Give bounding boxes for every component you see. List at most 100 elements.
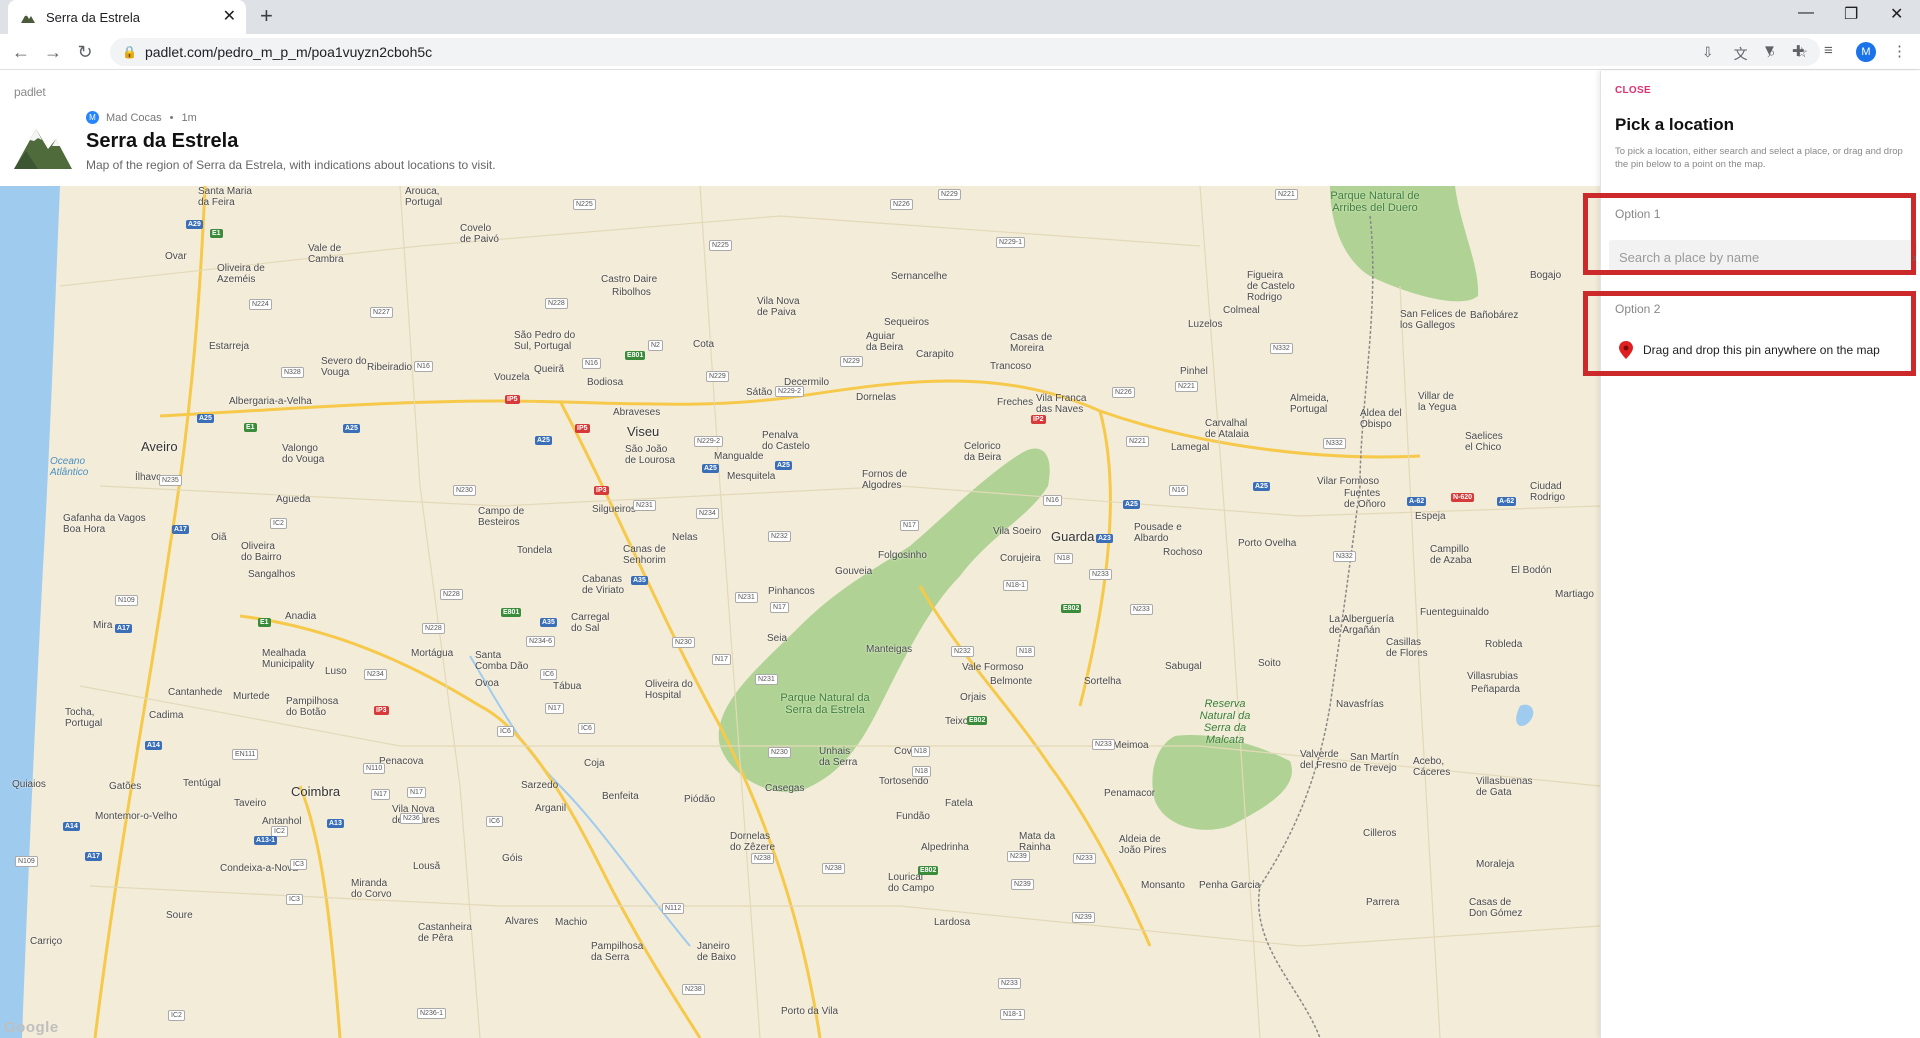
road-shield: N16 xyxy=(414,361,433,372)
browser-tab[interactable]: Serra da Estrela ✕ xyxy=(8,0,246,34)
map-place-label: San Felices de los Gallegos xyxy=(1400,309,1467,331)
new-tab-icon[interactable]: + xyxy=(260,5,273,27)
road-shield: N234 xyxy=(364,669,387,680)
map-place-label: Oliveira do Hospital xyxy=(645,679,693,701)
padlet-logo[interactable]: padlet xyxy=(14,85,46,99)
road-shield: N231 xyxy=(755,674,778,685)
road-shield: N18 xyxy=(912,766,931,777)
map-place-label: Pampilhosa da Serra xyxy=(591,941,644,963)
road-shield: N225 xyxy=(573,199,596,210)
map-place-label: Tábua xyxy=(553,681,582,692)
map-place-label: Pampilhosa do Botão xyxy=(286,696,339,718)
map-place-label: San Martín de Trevejo xyxy=(1350,752,1399,774)
author-name[interactable]: Mad Cocas xyxy=(106,112,162,124)
install-icon[interactable]: ⇩ xyxy=(1702,44,1714,64)
road-shield: A13-1 xyxy=(254,836,278,845)
road-shield: A-62 xyxy=(1407,497,1427,506)
restore-icon[interactable]: ❐ xyxy=(1844,4,1858,24)
map-place-label: Freches xyxy=(997,397,1034,408)
minimize-icon[interactable]: — xyxy=(1798,4,1814,22)
panel-description: To pick a location, either search and se… xyxy=(1615,146,1903,170)
map-place-label: Penha Garcia xyxy=(1199,880,1261,891)
map-place-label: Lousã xyxy=(413,861,441,872)
map-place-label: Sarzedo xyxy=(521,780,559,791)
close-button[interactable]: CLOSE xyxy=(1615,85,1651,96)
extension-icon[interactable]: ▼ xyxy=(1762,42,1777,59)
map-place-label: Alpedrinha xyxy=(921,842,969,853)
road-shield: N232 xyxy=(768,531,791,542)
map-place-label: Casas de Don Gómez xyxy=(1469,897,1523,919)
puzzle-extensions-icon[interactable]: ✚ xyxy=(1792,42,1805,60)
chevron-right-icon[interactable]: › xyxy=(1912,249,1917,265)
road-shield: N332 xyxy=(1323,438,1346,449)
road-shield: IC6 xyxy=(486,816,503,827)
road-shield: N17 xyxy=(545,703,564,714)
road-shield: N-620 xyxy=(1451,493,1475,502)
road-shield: N226 xyxy=(1112,387,1135,398)
road-shield: N238 xyxy=(682,984,705,995)
road-shield: N221 xyxy=(1275,189,1298,200)
map-place-label: Valverde del Fresno xyxy=(1300,749,1348,771)
map-graphics xyxy=(0,186,1600,1038)
tab-close-icon[interactable]: ✕ xyxy=(223,9,236,25)
translate-icon[interactable]: 文 xyxy=(1734,44,1748,64)
road-shield: N235 xyxy=(159,475,182,486)
address-bar[interactable]: 🔒 padlet.com/pedro_m_p_m/poa1vuyzn2cboh5… xyxy=(110,38,1820,66)
map-place-label: São João de Lourosa xyxy=(625,444,676,466)
map-place-label: Villasrubias xyxy=(1467,671,1518,682)
menu-kebab-icon[interactable]: ⋮ xyxy=(1892,42,1907,60)
mountain-board-icon xyxy=(14,129,72,169)
road-shield: N332 xyxy=(1333,551,1356,562)
map-place-label: Viseu xyxy=(627,424,660,439)
road-shield: N239 xyxy=(1011,879,1034,890)
forward-icon[interactable]: → xyxy=(42,41,64,63)
map-place-label: Severo do Vouga xyxy=(321,356,367,378)
map-place-label: Penalva do Castelo xyxy=(762,430,810,452)
map-place-label: Sequeiros xyxy=(884,317,930,328)
map-place-label: Fornos de Algodres xyxy=(862,469,908,491)
map-place-label: Agueda xyxy=(276,494,311,505)
map-place-label: Nelas xyxy=(672,532,698,543)
map-place-label: Gatões xyxy=(109,781,142,792)
profile-avatar[interactable]: M xyxy=(1856,42,1876,62)
map-place-label: Acebo, Cáceres xyxy=(1413,756,1451,778)
map-place-label: Seia xyxy=(767,633,788,644)
road-shield: IC6 xyxy=(497,726,514,737)
window-close-icon[interactable]: ✕ xyxy=(1890,4,1903,24)
reading-list-icon[interactable]: ≡ xyxy=(1824,42,1833,59)
map-place-label: Tocha, Portugal xyxy=(65,707,103,729)
road-shield: N17 xyxy=(407,787,426,798)
lake xyxy=(1516,704,1534,726)
back-icon[interactable]: ← xyxy=(10,41,32,63)
road-shield: N225 xyxy=(709,240,732,251)
map-place-label: El Bodón xyxy=(1511,565,1552,576)
author-avatar: M xyxy=(86,111,99,124)
map-place-label: Sortelha xyxy=(1084,676,1122,687)
map-place-label: Mangualde xyxy=(714,451,764,462)
map-place-label: Vila Franca das Naves xyxy=(1036,393,1087,415)
board-title: Serra da Estrela xyxy=(86,130,239,152)
road-shield: N221 xyxy=(1126,436,1149,447)
map-canvas[interactable]: Oceano Atlântico Santa Maria da Feira Arou… xyxy=(0,186,1600,1038)
map-place-label: Oliveira do Bairro xyxy=(241,541,282,563)
map-place-label: Murtede xyxy=(233,691,270,702)
reload-icon[interactable]: ↻ xyxy=(74,41,96,63)
map-place-label: Pousade e Albardo xyxy=(1134,522,1182,544)
map-place-label: Condeixa-a-Nova xyxy=(220,863,298,874)
map-place-label: Martiago xyxy=(1555,589,1594,600)
map-place-label: Casillas de Flores xyxy=(1386,637,1428,659)
map-place-label: Penacova xyxy=(379,756,424,767)
map-place-label: Peñaparda xyxy=(1471,684,1520,695)
road-shield: IP2 xyxy=(1031,415,1046,424)
map-place-label: Ribolhos xyxy=(612,287,651,298)
road-shield: N229-2 xyxy=(694,436,723,447)
map-place-label: Mira xyxy=(93,620,113,631)
road-shield: A13 xyxy=(327,819,344,828)
road-shield: N234 xyxy=(696,508,719,519)
map-place-label: Meimoa xyxy=(1113,740,1149,751)
map-place-label: Soito xyxy=(1258,658,1281,669)
road-shield: N18-1 xyxy=(1003,580,1029,591)
map-place-label: Oiã xyxy=(211,532,227,543)
road-shield: IC2 xyxy=(270,518,287,529)
map-place-label: Vouzela xyxy=(494,372,530,383)
